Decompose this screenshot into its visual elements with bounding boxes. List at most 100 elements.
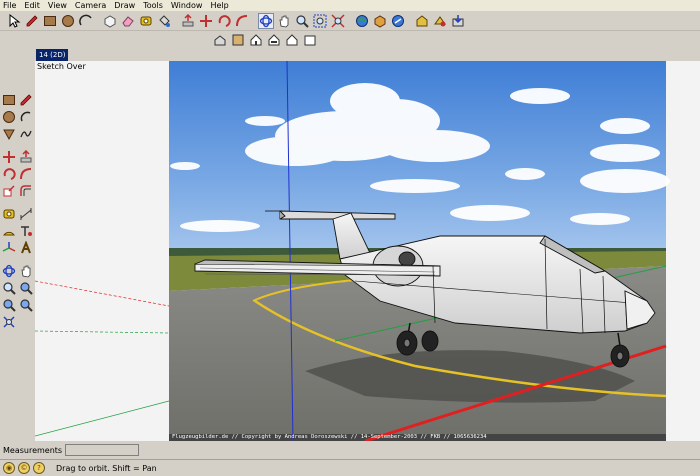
- model-viewport[interactable]: Sketch Over Flugzeugbilder.de // Copyrig…: [35, 61, 700, 441]
- rectangle-tool-button[interactable]: [42, 13, 58, 29]
- tape-measure-button[interactable]: [138, 13, 154, 29]
- left-polygon-button[interactable]: [1, 126, 17, 142]
- left-rotate-button[interactable]: [1, 166, 17, 182]
- eraser-icon: [122, 15, 134, 26]
- orbit-icon: [2, 264, 16, 278]
- front-view-button[interactable]: [248, 32, 264, 48]
- hand-icon: [21, 265, 31, 278]
- next-view-button[interactable]: [372, 13, 388, 29]
- back-house-icon: [286, 34, 298, 46]
- paint-bucket-button[interactable]: [156, 13, 172, 29]
- zoom-tool-button[interactable]: [294, 13, 310, 29]
- left-orbit-button[interactable]: [1, 263, 17, 279]
- left-offset-button[interactable]: [18, 183, 34, 199]
- share-icon: [434, 15, 446, 26]
- measurements-input[interactable]: [65, 444, 140, 456]
- zoom-window-button[interactable]: [312, 13, 328, 29]
- menu-file[interactable]: File: [3, 0, 16, 11]
- left-view-icon: [304, 35, 316, 46]
- get-models-button[interactable]: [450, 13, 466, 29]
- warehouse-button[interactable]: [414, 13, 430, 29]
- right-view-button[interactable]: [266, 32, 282, 48]
- scene-tab-14[interactable]: 14 (2D): [36, 49, 69, 61]
- globe-arrow-icon: [392, 14, 404, 27]
- photo-credit-text: Flugzeugbilder.de // Copyright by Andrea…: [172, 434, 487, 440]
- pan-tool-button[interactable]: [276, 13, 292, 29]
- credits-icon[interactable]: ©: [18, 462, 30, 474]
- left-zoom-window-button[interactable]: [18, 280, 34, 296]
- follow-me-button[interactable]: [234, 13, 250, 29]
- left-rectangle-button[interactable]: [1, 92, 17, 108]
- menu-help[interactable]: Help: [210, 0, 228, 11]
- make-component-button[interactable]: [102, 13, 118, 29]
- top-view-button[interactable]: [230, 32, 246, 48]
- menu-edit[interactable]: Edit: [24, 0, 40, 11]
- arrow-cursor-icon: [9, 13, 21, 28]
- left-arc-button[interactable]: [18, 109, 34, 125]
- left-follow-me-button[interactable]: [18, 166, 34, 182]
- menu-tools[interactable]: Tools: [143, 0, 163, 11]
- polygon-icon: [3, 129, 15, 141]
- orbit-tool-button[interactable]: [258, 12, 274, 29]
- menu-draw[interactable]: Draw: [114, 0, 135, 11]
- left-text-button[interactable]: [18, 223, 34, 239]
- left-circle-button[interactable]: [1, 109, 17, 125]
- left-walk-button[interactable]: [1, 314, 17, 330]
- previous-view-button[interactable]: [354, 13, 370, 29]
- iso-house-icon: [214, 35, 226, 46]
- measurements-bar: Measurements: [0, 441, 700, 459]
- left-pan-button[interactable]: [18, 263, 34, 279]
- move-arrows-icon: [200, 14, 212, 27]
- rotate-tool-button[interactable]: [216, 13, 232, 29]
- select-tool-button[interactable]: [6, 13, 22, 29]
- main-toolbar: [0, 11, 700, 31]
- geo-location-icon[interactable]: ◉: [3, 462, 15, 474]
- pencil-icon: [26, 14, 38, 26]
- menu-window[interactable]: Window: [171, 0, 203, 11]
- right-house-icon: [268, 34, 280, 46]
- circle-icon: [62, 14, 74, 27]
- left-dimension-button[interactable]: [18, 206, 34, 222]
- rectangle-icon: [3, 95, 15, 105]
- globe-icon: [356, 14, 368, 27]
- left-freehand-button[interactable]: [18, 126, 34, 142]
- circle-tool-button[interactable]: [60, 13, 76, 29]
- hand-icon: [279, 15, 289, 27]
- red-axis-line: [35, 280, 170, 307]
- left-view-button[interactable]: [302, 32, 318, 48]
- left-zoom-extents-button[interactable]: [18, 297, 34, 313]
- zoom-extents-button[interactable]: [330, 13, 346, 29]
- menu-camera[interactable]: Camera: [75, 0, 106, 11]
- iso-view-button[interactable]: [212, 32, 228, 48]
- freehand-icon: [20, 130, 32, 138]
- arc-tool-button[interactable]: [78, 13, 94, 29]
- measurements-label: Measurements: [3, 445, 63, 455]
- scale-icon: [3, 185, 15, 197]
- left-axes-button[interactable]: [1, 240, 17, 256]
- help-icon[interactable]: ?: [33, 462, 45, 474]
- previous-view-icon: [3, 299, 16, 312]
- standard-views-button[interactable]: [390, 13, 406, 29]
- back-view-button[interactable]: [284, 32, 300, 48]
- eraser-tool-button[interactable]: [120, 13, 136, 29]
- menu-view[interactable]: View: [48, 0, 67, 11]
- push-pull-button[interactable]: [180, 13, 196, 29]
- left-protractor-button[interactable]: [1, 223, 17, 239]
- pencil-tool-button[interactable]: [24, 13, 40, 29]
- left-previous-button[interactable]: [1, 297, 17, 313]
- rotate-icon: [3, 168, 16, 180]
- left-push-pull-button[interactable]: [18, 149, 34, 165]
- move-tool-button[interactable]: [198, 13, 214, 29]
- left-move-button[interactable]: [1, 149, 17, 165]
- left-scale-button[interactable]: [1, 183, 17, 199]
- left-3d-text-button[interactable]: [18, 240, 34, 256]
- share-model-button[interactable]: [432, 13, 448, 29]
- left-zoom-button[interactable]: [1, 280, 17, 296]
- left-tape-measure-button[interactable]: [1, 206, 17, 222]
- left-pencil-button[interactable]: [18, 92, 34, 108]
- walk-icon: [3, 316, 15, 328]
- left-toolbar: [0, 92, 35, 330]
- scene-canvas[interactable]: [35, 61, 700, 441]
- follow-me-icon: [236, 14, 248, 26]
- front-house-icon: [250, 34, 262, 46]
